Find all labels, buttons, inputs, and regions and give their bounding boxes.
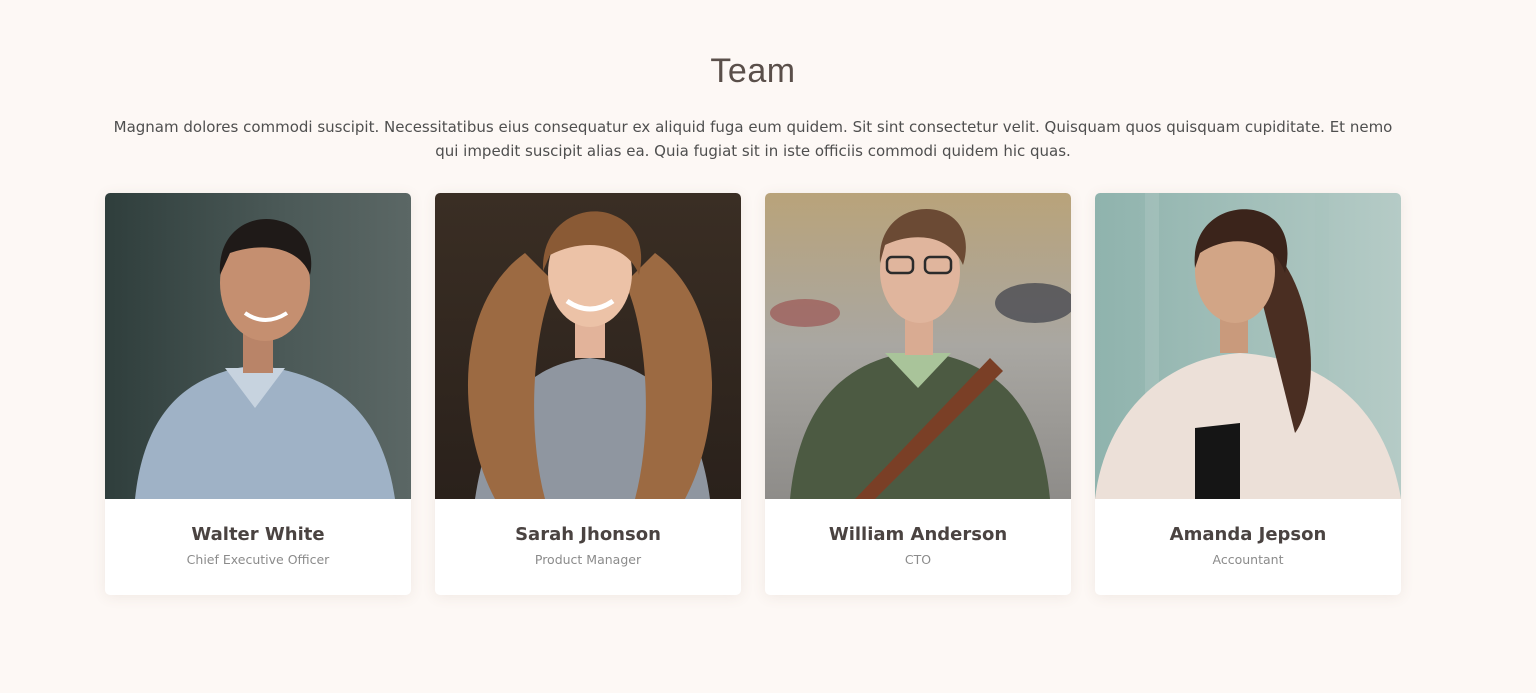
team-member-card: William Anderson CTO	[765, 193, 1071, 595]
member-photo	[435, 193, 741, 499]
member-photo	[105, 193, 411, 499]
member-role: CTO	[904, 552, 932, 567]
section-description: Magnam dolores commodi suscipit. Necessi…	[113, 118, 1393, 160]
member-info: Sarah Jhonson Product Manager	[435, 499, 741, 595]
team-member-card: Sarah Jhonson Product Manager	[435, 193, 741, 595]
member-role: Product Manager	[534, 552, 642, 567]
member-photo	[1095, 193, 1401, 499]
team-member-card: Walter White Chief Executive Officer	[105, 193, 411, 595]
member-info: William Anderson CTO	[765, 499, 1071, 595]
member-name: Amanda Jepson	[1169, 524, 1327, 545]
member-info: Amanda Jepson Accountant	[1095, 499, 1401, 595]
member-name: Sarah Jhonson	[515, 524, 661, 545]
team-grid: Walter White Chief Executive Officer Sar…	[105, 193, 1401, 595]
member-role: Chief Executive Officer	[186, 552, 330, 567]
section-title: Team	[710, 52, 796, 90]
member-photo	[765, 193, 1071, 499]
member-info: Walter White Chief Executive Officer	[105, 499, 411, 595]
member-name: Walter White	[191, 524, 325, 545]
team-member-card: Amanda Jepson Accountant	[1095, 193, 1401, 595]
team-section: Team Magnam dolores commodi suscipit. Ne…	[0, 0, 1536, 693]
member-name: William Anderson	[828, 524, 1008, 545]
member-role: Accountant	[1212, 552, 1284, 567]
